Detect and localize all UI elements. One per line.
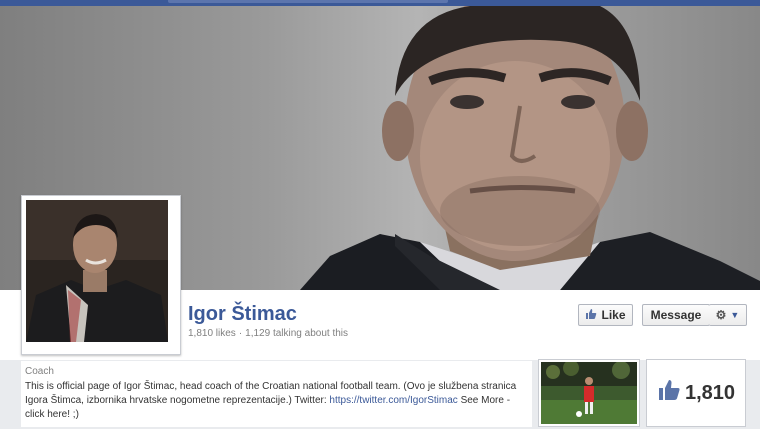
likes-box-count: 1,810	[684, 381, 736, 404]
about-description: This is official page of Igor Štimac, he…	[25, 380, 523, 422]
like-label: Like	[601, 308, 626, 322]
thumbs-up-icon	[585, 308, 597, 323]
twitter-link[interactable]: https://twitter.com/IgorStimac	[329, 395, 457, 406]
profile-photo	[26, 200, 168, 342]
like-button[interactable]: Like	[578, 304, 633, 326]
settings-dropdown-button[interactable]: ⚙ ▼	[709, 304, 747, 326]
message-label: Message	[650, 308, 702, 322]
likes-box[interactable]: 1,810	[646, 359, 746, 427]
photos-thumbnail[interactable]	[538, 359, 640, 427]
page-title[interactable]: Igor Štimac	[188, 303, 297, 326]
profile-picture[interactable]	[21, 195, 181, 355]
photo-thumbnail-image	[541, 360, 637, 424]
stats-separator: ·	[238, 328, 243, 339]
top-search-bar[interactable]	[168, 0, 448, 3]
page-stats: 1,810 likes · 1,129 talking about this	[188, 328, 348, 339]
likes-count[interactable]: 1,810 likes	[188, 328, 236, 339]
page-category[interactable]: Coach	[25, 366, 54, 377]
gear-icon: ⚙	[715, 308, 727, 322]
talking-about-count[interactable]: 1,129 talking about this	[245, 328, 348, 339]
thumbs-up-icon	[657, 378, 681, 408]
message-button[interactable]: Message	[642, 304, 710, 326]
chevron-down-icon: ▼	[730, 310, 740, 320]
about-box: Coach This is official page of Igor Štim…	[21, 361, 532, 427]
